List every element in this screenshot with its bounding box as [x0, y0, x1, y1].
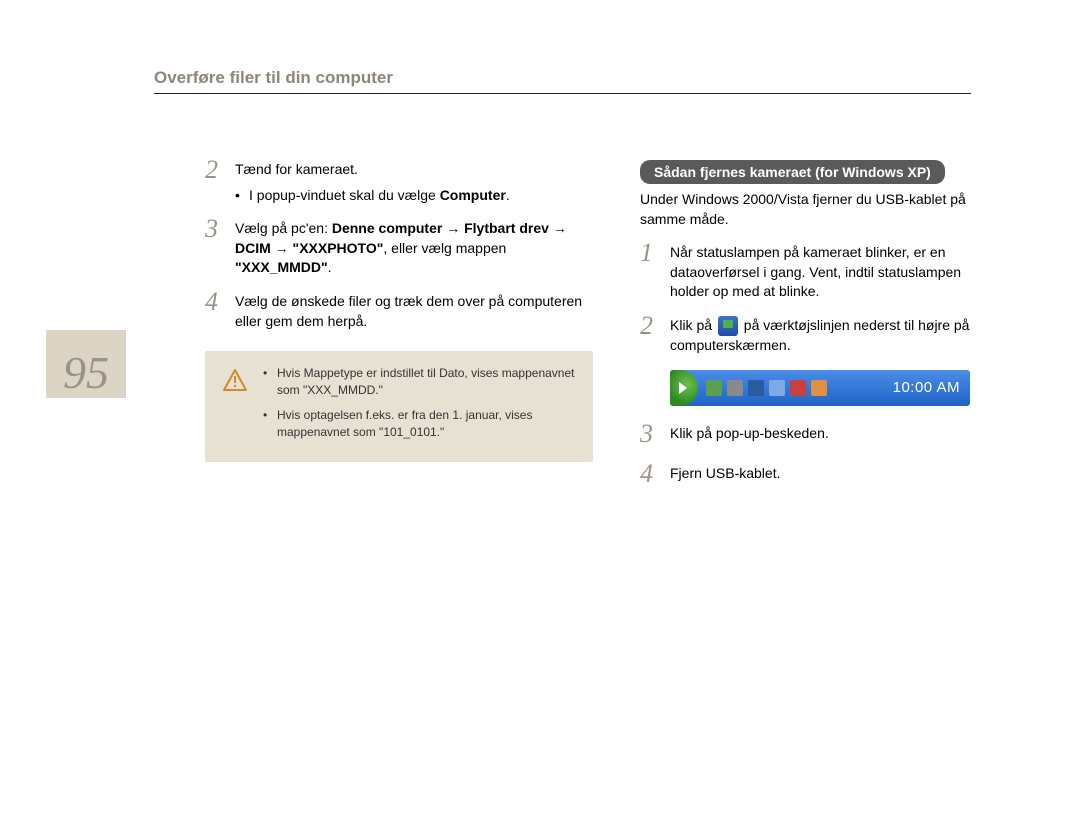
system-tray [706, 380, 827, 396]
left-step-4: 4 Vælg de ønskede filer og træk dem over… [205, 292, 605, 331]
tray-icon [790, 380, 806, 396]
step-body: Tænd for kameraet. I popup-vinduet skal … [235, 160, 510, 205]
bullet-suffix: . [506, 187, 510, 203]
step-number: 1 [640, 240, 670, 266]
step-text: Vælg de ønskede filer og træk dem over p… [235, 293, 582, 329]
step-text: Når statuslampen på kameraet blinker, er… [670, 244, 961, 299]
step-number: 4 [205, 289, 235, 315]
step-body: Klik på på værktøjslinjen nederst til hø… [670, 316, 990, 356]
step-text: Fjern USB-kablet. [670, 465, 780, 481]
right-step-1: 1 Når statuslampen på kameraet blinker, … [640, 243, 990, 302]
tray-icon [748, 380, 764, 396]
taskbar-clock: 10:00 AM [893, 379, 960, 396]
tray-icon [706, 380, 722, 396]
step3-bold2: "XXX_MMDD" [235, 259, 328, 275]
tray-icon [769, 380, 785, 396]
step3-middle: , eller vælg mappen [383, 240, 506, 256]
step-body: Vælg på pc'en: Denne computer → Flytbart… [235, 219, 605, 278]
sub-bullet: I popup-vinduet skal du vælge Computer. [235, 186, 510, 206]
step-number: 3 [640, 421, 670, 447]
right-step-4: 4 Fjern USB-kablet. [640, 464, 990, 490]
header-divider [154, 93, 971, 94]
bullet-bold: Computer [440, 187, 506, 203]
right-step-2: 2 Klik på på værktøjslinjen nederst til … [640, 316, 990, 356]
step2-before: Klik på [670, 317, 716, 333]
left-step-3: 3 Vælg på pc'en: Denne computer → Flytba… [205, 219, 605, 278]
step-number: 3 [205, 216, 235, 242]
step3-prefix: Vælg på pc'en: [235, 220, 332, 236]
tray-icon [811, 380, 827, 396]
page-number: 95 [63, 350, 109, 396]
note-box: Hvis Mappetype er indstillet til Dato, v… [205, 351, 593, 462]
section-intro: Under Windows 2000/Vista fjerner du USB-… [640, 190, 990, 229]
page-number-block: 95 [46, 330, 126, 398]
tray-icon [727, 380, 743, 396]
left-step-2: 2 Tænd for kameraet. I popup-vinduet ska… [205, 160, 605, 205]
step-body: Fjern USB-kablet. [670, 464, 780, 484]
note-bullet-2: Hvis optagelsen f.eks. er fra den 1. jan… [263, 407, 579, 441]
page-title: Overføre filer til din computer [154, 68, 393, 88]
step-body: Når statuslampen på kameraet blinker, er… [670, 243, 990, 302]
windows-taskbar: 10:00 AM [670, 370, 970, 406]
step-text: Klik på pop-up-beskeden. [670, 425, 829, 441]
step-number: 2 [205, 157, 235, 183]
step3-suffix: . [328, 259, 332, 275]
safely-remove-hardware-icon [718, 316, 738, 336]
section-heading-pill: Sådan fjernes kameraet (for Windows XP) [640, 160, 945, 184]
start-button-icon [670, 370, 698, 406]
step-body: Vælg de ønskede filer og træk dem over p… [235, 292, 605, 331]
right-step-3: 3 Klik på pop-up-beskeden. [640, 424, 990, 450]
note-bullet-1: Hvis Mappetype er indstillet til Dato, v… [263, 365, 579, 399]
bullet-prefix: I popup-vinduet skal du vælge [249, 187, 440, 203]
warning-icon [223, 369, 247, 391]
step-number: 2 [640, 313, 670, 339]
step-text: Tænd for kameraet. [235, 161, 358, 177]
step-body: Klik på pop-up-beskeden. [670, 424, 829, 444]
step-number: 4 [640, 461, 670, 487]
